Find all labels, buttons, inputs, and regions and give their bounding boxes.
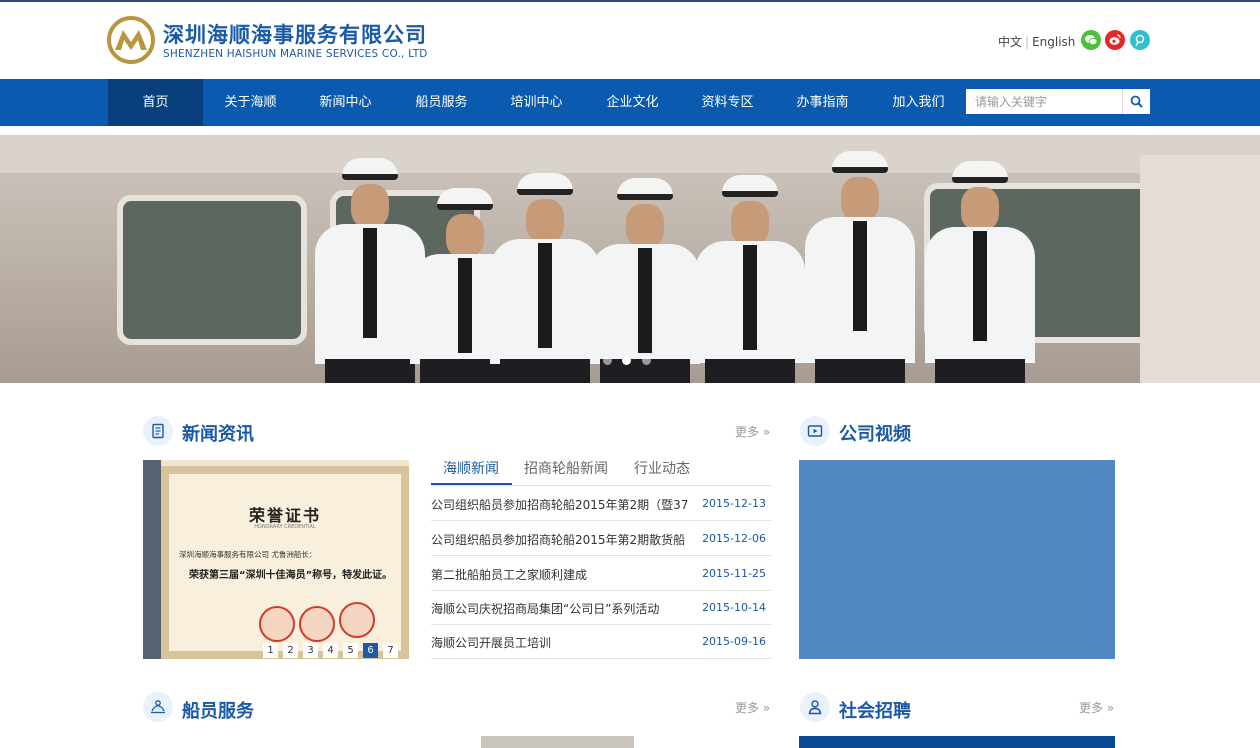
recruit-section-icon bbox=[800, 692, 830, 722]
banner-ceiling bbox=[0, 135, 1260, 173]
news-item-date: 2015-10-14 bbox=[702, 601, 766, 614]
cert-title: 荣誉证书 bbox=[248, 506, 321, 525]
tab-cm-shipping-news[interactable]: 招商轮船新闻 bbox=[524, 458, 608, 478]
company-name-cn[interactable]: 深圳海顺海事服务有限公司 bbox=[163, 19, 427, 49]
banner-ship-window bbox=[117, 195, 307, 345]
nav-item-news-center[interactable]: 新闻中心 bbox=[298, 79, 393, 126]
site-header: 深圳海顺海事服务有限公司 SHENZHEN HAISHUN MARINE SER… bbox=[0, 2, 1260, 79]
news-image-pager: 1234567 bbox=[263, 638, 403, 658]
active-tab-underline bbox=[431, 483, 512, 485]
cert-seal-icon bbox=[339, 602, 375, 638]
recruit-more-link[interactable]: 更多 » bbox=[1079, 699, 1114, 716]
company-video-player[interactable] bbox=[799, 460, 1115, 659]
nav-item-training[interactable]: 培训中心 bbox=[489, 79, 584, 126]
search-box bbox=[966, 89, 1150, 114]
pager-item[interactable]: 3 bbox=[303, 643, 318, 658]
tab-industry-news[interactable]: 行业动态 bbox=[634, 458, 690, 478]
honor-certificate: 荣誉证书 HONORARY CREDENTIAL 深圳海顺海事服务有限公司 尤鲁… bbox=[161, 466, 409, 659]
search-icon bbox=[1130, 95, 1143, 108]
banner-ship-wall bbox=[1140, 155, 1260, 383]
tab-haishun-news[interactable]: 海顺新闻 bbox=[443, 458, 499, 478]
video-section-title: 公司视频 bbox=[839, 424, 911, 445]
cert-subtitle: HONORARY CREDENTIAL bbox=[254, 524, 316, 530]
news-item-date: 2015-09-16 bbox=[702, 635, 766, 648]
nav-item-home[interactable]: 首页 bbox=[108, 79, 203, 126]
language-switcher: 中文 | English bbox=[998, 33, 1075, 50]
news-list-item[interactable]: 第二批船舶员工之家顺利建成 2015-11-25 bbox=[431, 557, 771, 591]
news-item-date: 2015-12-13 bbox=[702, 497, 766, 510]
lang-separator: | bbox=[1025, 35, 1030, 49]
crew-section-title: 船员服务 bbox=[182, 701, 254, 722]
news-section-icon bbox=[143, 416, 173, 446]
video-section-icon bbox=[800, 416, 830, 446]
pager-item[interactable]: 4 bbox=[323, 643, 338, 658]
news-list-item[interactable]: 海顺公司开展员工培训 2015-09-16 bbox=[431, 625, 771, 659]
pager-item[interactable]: 2 bbox=[283, 643, 298, 658]
news-item-date: 2015-12-06 bbox=[702, 532, 766, 545]
news-item-title[interactable]: 第二批船舶员工之家顺利建成 bbox=[431, 566, 693, 583]
banner-officer bbox=[800, 151, 920, 383]
banner-dot-3[interactable] bbox=[642, 356, 651, 365]
company-name-en: SHENZHEN HAISHUN MARINE SERVICES CO., LT… bbox=[163, 48, 428, 60]
banner-slide-indicators bbox=[600, 356, 660, 366]
crew-section-icon bbox=[143, 692, 173, 722]
pager-item[interactable]: 7 bbox=[383, 643, 398, 658]
crew-more-link[interactable]: 更多 » bbox=[735, 699, 770, 716]
news-item-title[interactable]: 公司组织船员参加招商轮船2015年第2期（暨37 bbox=[431, 496, 693, 513]
news-list-item[interactable]: 公司组织船员参加招商轮船2015年第2期散货船 2015-12-06 bbox=[431, 522, 771, 556]
news-list-item[interactable]: 海顺公司庆祝招商局集团“公司日”系列活动 2015-10-14 bbox=[431, 591, 771, 625]
pager-item[interactable]: 5 bbox=[343, 643, 358, 658]
recruit-section-title: 社会招聘 bbox=[839, 701, 911, 722]
cert-line-2: 荣获第三届“深圳十佳海员”称号，特发此证。 bbox=[189, 570, 393, 581]
news-section-title: 新闻资讯 bbox=[182, 424, 254, 445]
recruit-banner[interactable] bbox=[799, 736, 1115, 748]
main-nav: 首页 关于海顺 新闻中心 船员服务 培训中心 企业文化 资料专区 办事指南 加入… bbox=[0, 79, 1260, 126]
news-featured-image[interactable]: 荣誉证书 HONORARY CREDENTIAL 深圳海顺海事服务有限公司 尤鲁… bbox=[143, 460, 409, 659]
banner-officer bbox=[690, 175, 810, 383]
search-button[interactable] bbox=[1122, 89, 1150, 114]
news-item-date: 2015-11-25 bbox=[702, 567, 766, 580]
banner-dot-1[interactable] bbox=[603, 356, 612, 365]
crew-services-image[interactable] bbox=[481, 736, 634, 748]
nav-item-culture[interactable]: 企业文化 bbox=[585, 79, 680, 126]
company-logo-icon[interactable] bbox=[107, 16, 155, 64]
banner-officer bbox=[920, 161, 1040, 383]
nav-item-join-us[interactable]: 加入我们 bbox=[871, 79, 966, 126]
hero-banner[interactable] bbox=[0, 135, 1260, 383]
cert-line-1: 深圳海顺海事服务有限公司 尤鲁洲船长： bbox=[179, 550, 317, 559]
nav-item-guide[interactable]: 办事指南 bbox=[775, 79, 870, 126]
cert-seal-icon bbox=[299, 606, 335, 642]
cert-seal-icon bbox=[259, 606, 295, 642]
news-tabs: 海顺新闻 招商轮船新闻 行业动态 bbox=[431, 452, 771, 486]
banner-officer bbox=[585, 178, 705, 383]
news-more-link[interactable]: 更多 » bbox=[735, 423, 770, 440]
news-item-title[interactable]: 海顺公司庆祝招商局集团“公司日”系列活动 bbox=[431, 600, 693, 617]
nav-item-about[interactable]: 关于海顺 bbox=[203, 79, 298, 126]
banner-dot-2[interactable] bbox=[622, 356, 631, 365]
lang-chinese-link[interactable]: 中文 bbox=[998, 35, 1022, 49]
wechat-icon[interactable] bbox=[1081, 30, 1101, 50]
pager-item-active[interactable]: 6 bbox=[363, 643, 378, 658]
weibo-icon[interactable] bbox=[1105, 30, 1125, 50]
lang-english-link[interactable]: English bbox=[1032, 35, 1075, 49]
pager-item[interactable]: 1 bbox=[263, 643, 278, 658]
nav-item-resources[interactable]: 资料专区 bbox=[680, 79, 775, 126]
news-item-title[interactable]: 海顺公司开展员工培训 bbox=[431, 634, 693, 651]
search-input[interactable] bbox=[966, 89, 1122, 114]
nav-item-crew-services[interactable]: 船员服务 bbox=[394, 79, 489, 126]
news-image-strip bbox=[143, 460, 161, 659]
news-list-item[interactable]: 公司组织船员参加招商轮船2015年第2期（暨37 2015-12-13 bbox=[431, 487, 771, 521]
tencent-weibo-icon[interactable] bbox=[1130, 30, 1150, 50]
news-item-title[interactable]: 公司组织船员参加招商轮船2015年第2期散货船 bbox=[431, 531, 693, 548]
